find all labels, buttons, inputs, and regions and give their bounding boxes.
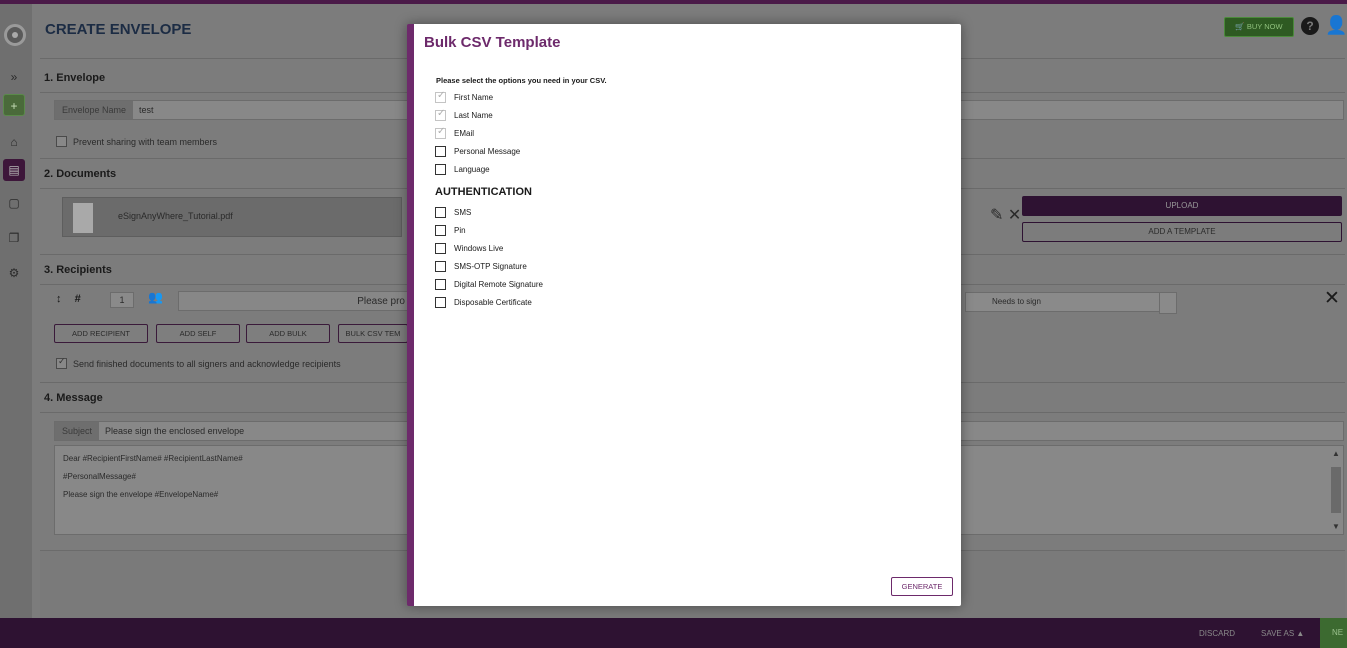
prevent-sharing-checkbox[interactable] (56, 136, 67, 147)
bulk-csv-template-dialog: Bulk CSV Template Please select the opti… (407, 24, 961, 606)
dialog-instruction: Please select the options you need in yo… (436, 76, 607, 85)
envelope-name-label: Envelope Name (55, 101, 134, 119)
windows-live-checkbox[interactable] (435, 243, 446, 254)
recipient-name-input[interactable]: Please pro (178, 291, 408, 311)
first-name-checkbox (435, 90, 446, 103)
email-checkbox (435, 126, 446, 139)
home-icon[interactable]: ⌂ (3, 131, 25, 153)
option-label: Disposable Certificate (454, 298, 532, 307)
envelope-name-value[interactable]: test (133, 105, 154, 115)
footer-bar: DISCARD SAVE AS ▲ NE (0, 618, 1347, 648)
upload-button[interactable]: UPLOAD (1022, 196, 1342, 216)
recipient-order-input[interactable]: 1 (110, 292, 134, 308)
buy-now-label: BUY NOW (1246, 22, 1283, 31)
add-recipient-button[interactable]: ADD RECIPIENT (54, 324, 148, 343)
option-email: EMail (435, 126, 475, 139)
scrollbar-thumb[interactable] (1331, 467, 1341, 513)
document-icon[interactable]: ▤ (3, 159, 25, 181)
edit-document-icon[interactable]: ✎ (990, 207, 1003, 224)
disposable-certificate-checkbox[interactable] (435, 297, 446, 308)
remove-recipient-icon[interactable]: ✕ (1324, 287, 1340, 310)
dialog-title: Bulk CSV Template (424, 34, 561, 51)
user-menu-icon[interactable]: 👤 (1325, 15, 1347, 36)
page-title: CREATE ENVELOPE (45, 21, 192, 38)
section-envelope-title: 1. Envelope (44, 72, 106, 84)
sms-checkbox[interactable] (435, 207, 446, 218)
option-label: First Name (454, 93, 494, 102)
generate-button[interactable]: GENERATE (891, 577, 953, 596)
option-label: Pin (454, 226, 466, 235)
add-template-button[interactable]: ADD A TEMPLATE (1022, 222, 1342, 242)
next-button[interactable]: NE (1320, 618, 1347, 648)
digital-remote-signature-checkbox[interactable] (435, 279, 446, 290)
settings-icon[interactable]: ⚙ (3, 262, 25, 284)
send-finished-label: Send finished documents to all signers a… (73, 358, 341, 369)
document-actions: ✎ ✕ (990, 205, 1021, 225)
drag-handle-icon[interactable]: ↕ (56, 293, 62, 305)
bulk-csv-template-button[interactable]: BULK CSV TEM (338, 324, 408, 343)
send-finished-checkbox[interactable] (56, 356, 67, 369)
scroll-up-icon[interactable]: ▲ (1332, 449, 1340, 458)
option-label: Digital Remote Signature (454, 280, 543, 289)
remove-document-icon[interactable]: ✕ (1008, 207, 1021, 224)
recipient-row-icons: ↕ # (56, 293, 91, 305)
option-personal-message[interactable]: Personal Message (435, 146, 520, 157)
section-message-title: 4. Message (44, 392, 103, 404)
document-filename: eSignAnyWhere_Tutorial.pdf (118, 211, 233, 221)
discard-button[interactable]: DISCARD (1199, 629, 1235, 638)
auth-option-windows-live[interactable]: Windows Live (435, 243, 503, 254)
order-hash-icon: # (74, 293, 81, 305)
section-recipients-title: 3. Recipients (44, 264, 112, 276)
personal-message-checkbox[interactable] (435, 146, 446, 157)
option-label: SMS (454, 208, 472, 217)
prevent-sharing-row[interactable]: Prevent sharing with team members (56, 136, 217, 147)
recipient-action-select[interactable]: Needs to sign (965, 292, 1177, 314)
section-documents-title: 2. Documents (44, 168, 117, 180)
create-envelope-icon[interactable]: + (3, 94, 25, 116)
recipient-name-hint: Please pro (357, 296, 405, 307)
message-scrollbar[interactable]: ▲ ▼ (1330, 447, 1342, 533)
copy-icon[interactable]: ❐ (3, 227, 25, 249)
contacts-icon[interactable]: 👥 (148, 290, 163, 304)
auth-option-digital-remote[interactable]: Digital Remote Signature (435, 279, 543, 290)
document-item[interactable]: eSignAnyWhere_Tutorial.pdf (62, 197, 402, 237)
sms-otp-checkbox[interactable] (435, 261, 446, 272)
auth-option-disposable-certificate[interactable]: Disposable Certificate (435, 297, 532, 308)
prevent-sharing-label: Prevent sharing with team members (73, 136, 218, 147)
subject-label: Subject (55, 422, 100, 440)
save-as-button[interactable]: SAVE AS ▲ (1261, 629, 1304, 638)
add-bulk-button[interactable]: ADD BULK (246, 324, 330, 343)
icon-sidebar: » + ⌂ ▤ ▢ ❐ ⚙ (0, 4, 32, 618)
expand-icon[interactable]: » (3, 66, 25, 88)
option-first-name: First Name (435, 90, 494, 103)
draft-icon[interactable]: ▢ (3, 192, 25, 214)
logo-disc-icon[interactable] (4, 24, 26, 46)
option-label: Personal Message (454, 147, 521, 156)
buy-now-button[interactable]: 🛒 BUY NOW (1224, 17, 1294, 37)
option-label: Windows Live (454, 244, 504, 253)
language-checkbox[interactable] (435, 164, 446, 175)
help-icon[interactable]: ? (1301, 17, 1319, 35)
add-self-button[interactable]: ADD SELF (156, 324, 240, 343)
last-name-checkbox (435, 108, 446, 121)
scroll-down-icon[interactable]: ▼ (1332, 522, 1340, 531)
document-thumbnail (73, 203, 93, 233)
subject-value[interactable]: Please sign the enclosed envelope (99, 426, 244, 436)
option-label: EMail (454, 129, 475, 138)
option-label: Last Name (454, 111, 493, 120)
option-label: Language (454, 165, 490, 174)
auth-option-sms[interactable]: SMS (435, 207, 471, 218)
auth-option-sms-otp[interactable]: SMS-OTP Signature (435, 261, 527, 272)
auth-option-pin[interactable]: Pin (435, 225, 466, 236)
option-language[interactable]: Language (435, 164, 490, 175)
option-last-name: Last Name (435, 108, 493, 121)
send-finished-row[interactable]: Send finished documents to all signers a… (56, 356, 341, 369)
authentication-heading: AUTHENTICATION (435, 186, 532, 198)
pin-checkbox[interactable] (435, 225, 446, 236)
option-label: SMS-OTP Signature (454, 262, 527, 271)
